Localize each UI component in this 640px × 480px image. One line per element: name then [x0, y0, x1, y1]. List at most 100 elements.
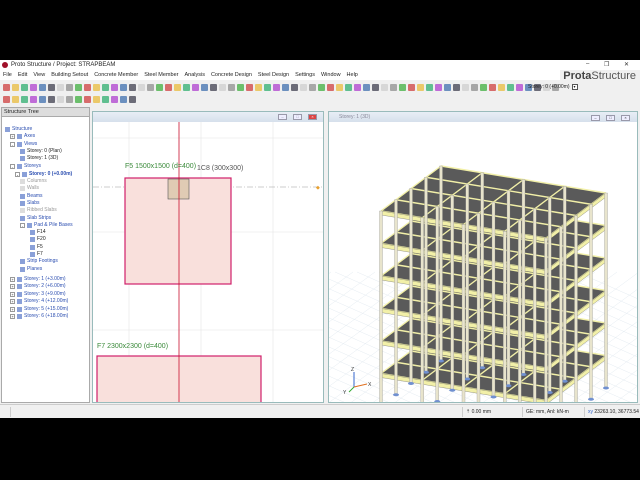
expand-icon[interactable]: + — [10, 283, 15, 289]
collapse-icon[interactable]: - — [10, 163, 15, 169]
toolbar-button-icon[interactable] — [48, 96, 55, 103]
toolbar-button-icon[interactable] — [30, 84, 37, 91]
toolbar-button-icon[interactable] — [174, 84, 181, 91]
toolbar-button-icon[interactable] — [507, 84, 514, 91]
toolbar-button-icon[interactable] — [183, 84, 190, 91]
tree-item[interactable]: F5 — [30, 244, 43, 250]
toolbar-button-icon[interactable] — [435, 84, 442, 91]
toolbar-button-icon[interactable] — [489, 84, 496, 91]
expand-icon[interactable]: + — [10, 276, 15, 282]
collapse-icon[interactable]: - — [10, 141, 15, 147]
tree-item[interactable]: + Storey: 4 (+12.00m) — [10, 298, 68, 304]
maximize-button[interactable]: □ — [606, 115, 615, 121]
tree-item[interactable]: + Storey: 1 (+3.00m) — [10, 276, 66, 282]
restore-button[interactable]: ❐ — [604, 61, 609, 68]
toolbar-button-icon[interactable] — [12, 84, 19, 91]
toolbar-button-icon[interactable] — [156, 84, 163, 91]
toolbar-button-icon[interactable] — [300, 84, 307, 91]
menu-item-help[interactable]: Help — [347, 72, 358, 78]
tree-item[interactable]: - Views — [10, 141, 37, 147]
menu-item-view[interactable]: View — [33, 72, 45, 78]
expand-icon[interactable]: + — [10, 133, 15, 139]
toolbar-button-icon[interactable] — [57, 96, 64, 103]
toolbar-button-icon[interactable] — [327, 84, 334, 91]
toolbar-button-icon[interactable] — [75, 84, 82, 91]
tree-item[interactable]: Slabs — [20, 200, 40, 206]
tree-item[interactable]: Strip Footings — [20, 258, 58, 264]
toolbar-button-icon[interactable] — [66, 96, 73, 103]
tree-item[interactable]: F14 — [30, 229, 46, 235]
toolbar-button-icon[interactable] — [93, 96, 100, 103]
menu-item-concrete-member[interactable]: Concrete Member — [94, 72, 138, 78]
tree-item[interactable]: Columns — [20, 178, 47, 184]
menu-item-window[interactable]: Window — [321, 72, 341, 78]
toolbar-button-icon[interactable] — [129, 96, 136, 103]
minimize-button[interactable]: – — [591, 115, 600, 121]
toolbar-button-icon[interactable] — [48, 84, 55, 91]
toolbar-button-icon[interactable] — [390, 84, 397, 91]
minimize-button[interactable]: – — [586, 61, 589, 67]
toolbar-button-icon[interactable] — [255, 84, 262, 91]
close-button[interactable]: × — [308, 114, 317, 120]
toolbar-button-icon[interactable] — [408, 84, 415, 91]
expand-icon[interactable]: + — [10, 306, 15, 312]
toolbar-button-icon[interactable] — [246, 84, 253, 91]
toolbar-button-icon[interactable] — [3, 84, 10, 91]
toolbar-button-icon[interactable] — [417, 84, 424, 91]
expand-icon[interactable]: + — [10, 313, 15, 319]
toolbar-button-icon[interactable] — [291, 84, 298, 91]
toolbar-button-icon[interactable] — [345, 84, 352, 91]
toolbar-button-icon[interactable] — [12, 96, 19, 103]
toolbar-button-icon[interactable] — [66, 84, 73, 91]
dropdown-arrow-icon[interactable]: ▾ — [571, 84, 578, 90]
toolbar-button-icon[interactable] — [120, 84, 127, 91]
toolbar-button-icon[interactable] — [363, 84, 370, 91]
expand-icon[interactable]: + — [10, 291, 15, 297]
tree-item[interactable]: + Storey: 5 (+15.00m) — [10, 306, 68, 312]
minimize-button[interactable]: – — [278, 114, 287, 120]
toolbar-button-icon[interactable] — [444, 84, 451, 91]
tree-item[interactable]: + Storey: 3 (+9.00m) — [10, 291, 66, 297]
toolbar-button-icon[interactable] — [138, 84, 145, 91]
tree-item[interactable]: Structure — [5, 126, 32, 132]
close-button[interactable]: ✕ — [624, 61, 629, 68]
menu-item-concrete-design[interactable]: Concrete Design — [211, 72, 252, 78]
3d-canvas[interactable]: ZXY — [329, 122, 638, 403]
toolbar-button-icon[interactable] — [129, 84, 136, 91]
toolbar-button-icon[interactable] — [192, 84, 199, 91]
toolbar-button-icon[interactable] — [111, 84, 118, 91]
toolbar-button-icon[interactable] — [471, 84, 478, 91]
toolbar-button-icon[interactable] — [30, 96, 37, 103]
toolbar-button-icon[interactable] — [462, 84, 469, 91]
toolbar-button-icon[interactable] — [264, 84, 271, 91]
collapse-icon[interactable]: - — [20, 222, 25, 228]
tree-item[interactable]: + Storey: 2 (+6.00m) — [10, 283, 66, 289]
toolbar-button-icon[interactable] — [228, 84, 235, 91]
toolbar-button-icon[interactable] — [111, 96, 118, 103]
toolbar-button-icon[interactable] — [372, 84, 379, 91]
toolbar-button-icon[interactable] — [273, 84, 280, 91]
menu-item-building-setout[interactable]: Building Setout — [51, 72, 88, 78]
toolbar-button-icon[interactable] — [381, 84, 388, 91]
menu-item-analysis[interactable]: Analysis — [184, 72, 204, 78]
tree-item[interactable]: Walls — [20, 185, 39, 191]
tree-item[interactable]: Storey: 1 (3D) — [20, 155, 58, 161]
toolbar-button-icon[interactable] — [3, 96, 10, 103]
toolbar-button-icon[interactable] — [39, 84, 46, 91]
toolbar-button-icon[interactable] — [282, 84, 289, 91]
toolbar-button-icon[interactable] — [57, 84, 64, 91]
toolbar-button-icon[interactable] — [210, 84, 217, 91]
close-button[interactable]: × — [621, 115, 630, 121]
tree-item[interactable]: + Storey: 6 (+18.00m) — [10, 313, 68, 319]
toolbar-button-icon[interactable] — [354, 84, 361, 91]
menu-item-settings[interactable]: Settings — [295, 72, 315, 78]
toolbar-button-icon[interactable] — [84, 84, 91, 91]
collapse-icon[interactable]: - — [15, 171, 20, 177]
maximize-button[interactable]: □ — [293, 114, 302, 120]
toolbar-button-icon[interactable] — [516, 84, 523, 91]
tree-item[interactable]: F7 — [30, 251, 43, 257]
toolbar-button-icon[interactable] — [318, 84, 325, 91]
storey-selector[interactable]: Storey: 0 (+0.00m) ▾ — [528, 84, 578, 90]
toolbar-button-icon[interactable] — [102, 96, 109, 103]
tree-item[interactable]: + Axes — [10, 133, 35, 139]
